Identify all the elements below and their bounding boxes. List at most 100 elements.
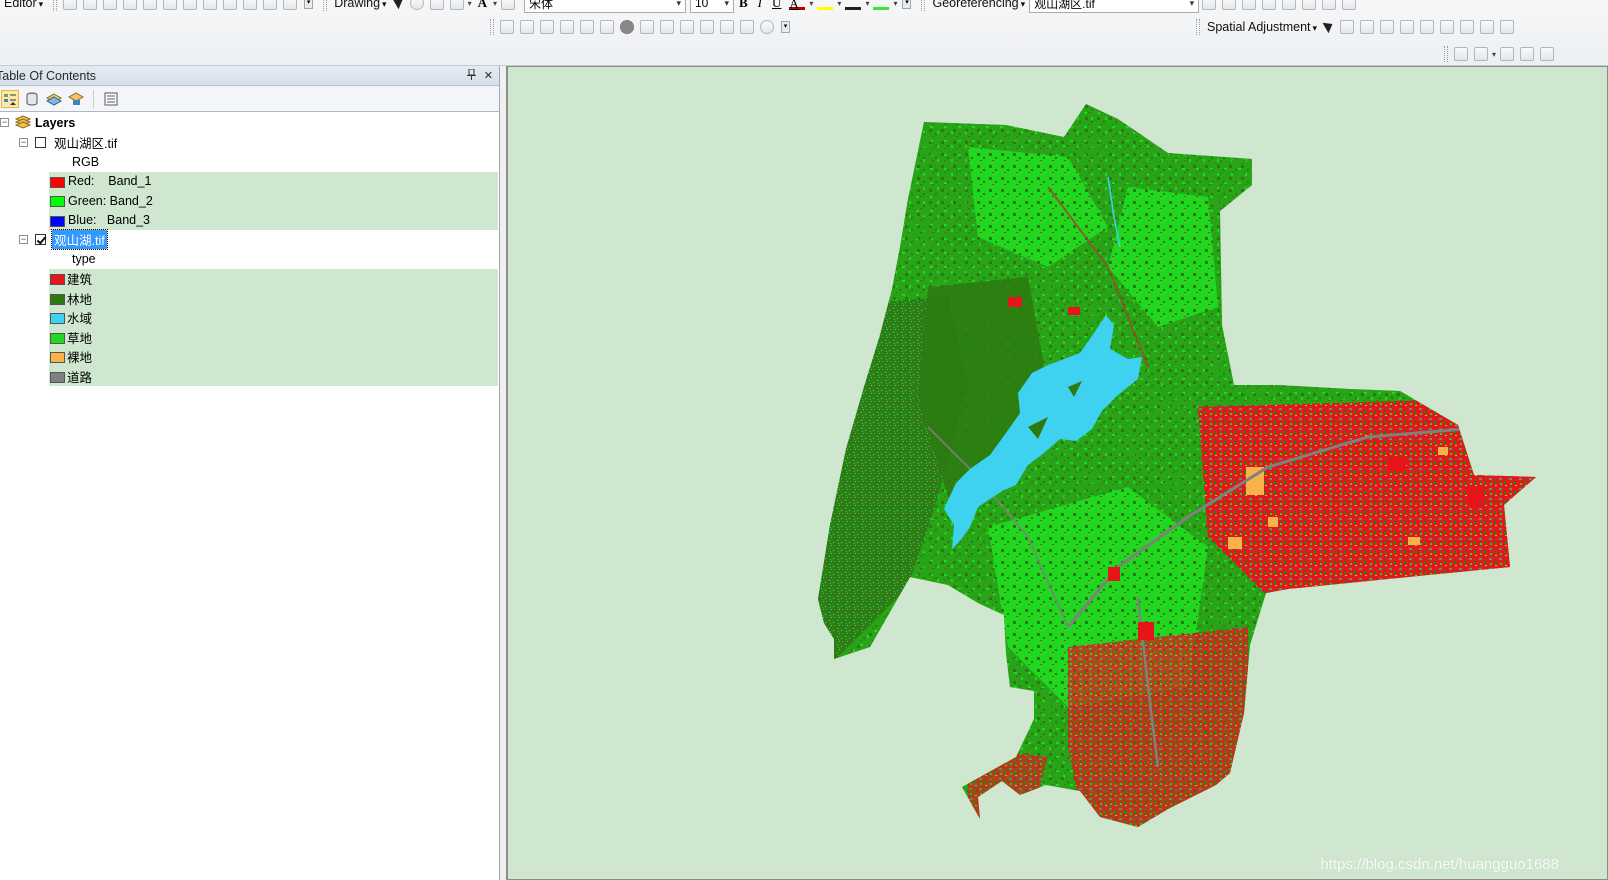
layout-tool-3-icon[interactable] [1540,47,1555,61]
rotate-raster-icon[interactable] [1242,0,1257,10]
new-displacement-link-icon[interactable] [500,20,514,34]
spatial-adjustment-menu[interactable]: Spatial Adjustment ▾ [1203,20,1321,34]
identity-link-icon[interactable] [560,20,574,34]
new-link-icon[interactable] [1340,20,1355,34]
add-control-points-icon[interactable] [1202,0,1217,10]
legend-item[interactable]: 建筑 [0,269,500,289]
update-georef-icon[interactable] [1322,0,1337,10]
font-color-icon[interactable]: A [789,0,806,11]
editor-menu[interactable]: Editor ▾ [0,0,47,10]
view-table-icon[interactable] [1460,20,1475,34]
clear-links-icon[interactable] [680,20,694,34]
layout-page-icon[interactable] [1454,47,1468,61]
layer-1-name[interactable]: 观山湖区.tif [54,133,117,152]
link-table-2-icon[interactable] [700,20,714,34]
marker-color-icon[interactable] [873,0,890,10]
toolbar-overflow-button-3[interactable]: ▾ [781,21,790,33]
straight-segment-icon[interactable] [123,0,138,10]
legend-item[interactable]: 草地 [0,328,500,348]
collapse-layers-icon[interactable]: − [0,118,9,127]
cut-polygon-icon[interactable] [223,0,238,10]
table-icon[interactable] [1400,20,1415,34]
edge-match-icon[interactable] [660,20,674,34]
adjust-icon[interactable] [1480,20,1495,34]
rectangle-icon[interactable] [449,0,464,10]
legend-item[interactable]: 裸地 [0,347,500,367]
preview-icon[interactable] [740,20,754,34]
attributes-icon[interactable] [243,0,258,10]
legend-item[interactable]: 林地 [0,289,500,309]
drawing-menu[interactable]: Drawing ▾ [330,0,390,10]
create-features-icon[interactable] [283,0,298,10]
sphere-icon[interactable] [620,20,634,34]
select-elements-icon[interactable] [394,0,404,10]
layer-row-rgb[interactable]: − 观山湖区.tif [0,133,500,153]
list-by-visibility-icon[interactable] [45,90,63,108]
legend-item[interactable]: 道路 [0,367,500,387]
data-frame[interactable]: https://blog.csdn.net/huangguo1688 [506,66,1608,880]
multiple-link-icon[interactable] [540,20,554,34]
layer-row-classified[interactable]: − 观山湖.tif [0,229,500,251]
zoom-whole-page-icon[interactable] [429,0,444,10]
georeferencing-menu[interactable]: Georeferencing ▾ [928,0,1029,10]
auto-adjust-icon[interactable] [1222,0,1237,10]
split-icon[interactable] [163,0,178,10]
layer-1-visibility-checkbox[interactable] [35,136,46,148]
legend-item[interactable]: Red: Band_1 [0,172,500,192]
pin-icon[interactable] [466,68,476,83]
layer-2-name[interactable]: 观山湖.tif [51,229,108,251]
area-icon[interactable] [1420,20,1435,34]
select-elements-2-icon[interactable] [1324,20,1334,34]
layers-root[interactable]: − Layers [0,113,500,133]
edit-tool-icon[interactable] [63,0,78,10]
link-table-icon[interactable] [1282,0,1297,10]
zoom-layout-icon[interactable] [1474,47,1488,61]
view-link-icon[interactable] [1302,0,1317,10]
sketch-properties-icon[interactable] [263,0,278,10]
list-by-selection-icon[interactable] [67,90,85,108]
toolbar-overflow-button-2[interactable]: ▾ [902,0,912,9]
toolbar-overflow-button[interactable]: ▾ [304,0,314,9]
collapse-layer-1-icon[interactable]: − [19,137,28,147]
georef-layer-combo[interactable]: 观山湖区.tif ▾ [1029,0,1200,13]
vertex-icon[interactable] [143,0,158,10]
shift-raster-icon[interactable] [1262,0,1277,10]
modify-link-icon[interactable] [520,20,534,34]
rotate-icon[interactable] [183,0,198,10]
layout-tool-icon[interactable] [1500,47,1515,61]
options-list-icon[interactable] [102,90,120,108]
options-icon[interactable] [760,20,774,34]
properties-icon[interactable] [1500,20,1515,34]
reshape-icon[interactable] [203,0,218,10]
fill-color-icon[interactable] [817,0,834,10]
annotation-tool-icon[interactable] [83,0,98,10]
font-name-combo[interactable]: 宋体 ▾ [524,0,686,13]
new-attribute-link-icon[interactable] [640,20,654,34]
bold-button[interactable]: B [739,0,748,11]
collapse-layer-2-icon[interactable]: − [19,235,28,244]
underline-button[interactable]: U [772,0,781,11]
legend-item[interactable]: Blue: Band_3 [0,211,500,231]
line-color-icon[interactable] [845,0,862,10]
modify-link-2-icon[interactable] [1360,20,1375,34]
close-icon[interactable]: ✕ [484,69,493,83]
grid-icon[interactable] [720,20,734,34]
sketch-tool-icon[interactable] [103,0,118,10]
rectify-icon[interactable] [1342,0,1357,10]
multiple-displacement-icon[interactable] [1380,20,1395,34]
rotate-element-icon[interactable] [409,0,424,10]
edit-vertices-icon[interactable] [501,0,515,10]
map-view[interactable]: https://blog.csdn.net/huangguo1688 [506,66,1608,880]
layout-tool-2-icon[interactable] [1520,47,1535,61]
legend-item[interactable]: 水域 [0,308,500,328]
limited-adjust-icon[interactable] [580,20,594,34]
italic-button[interactable]: I [758,0,762,11]
text-tool-icon[interactable]: A [478,0,487,11]
list-by-source-icon[interactable] [23,90,41,108]
layer-2-visibility-checkbox[interactable] [35,234,46,245]
list-by-drawing-order-icon[interactable] [1,89,19,108]
adjust-area-icon[interactable] [600,20,614,34]
legend-item[interactable]: Green: Band_2 [0,191,500,211]
attribute-transfer-icon[interactable] [1440,20,1455,34]
font-size-combo[interactable]: 10 ▾ [690,0,734,13]
